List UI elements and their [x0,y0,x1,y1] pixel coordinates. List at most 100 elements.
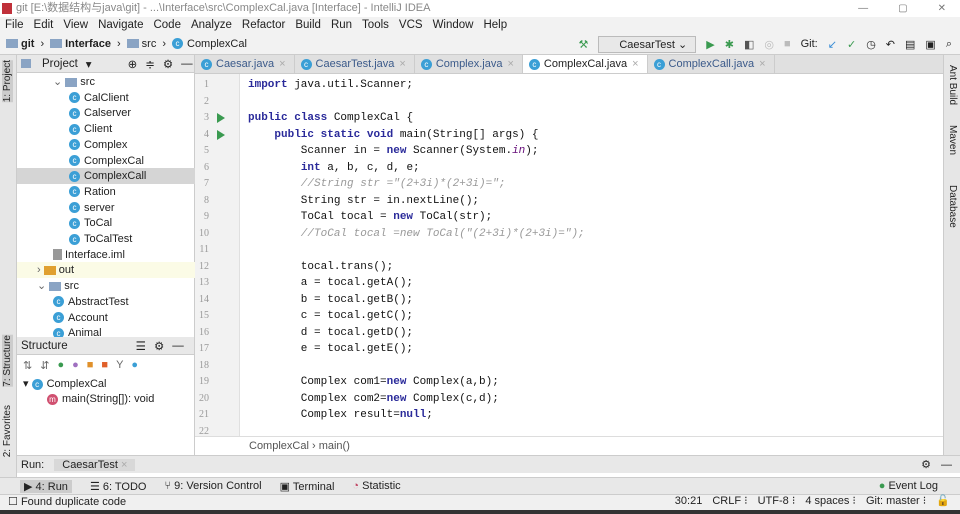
menu-window[interactable]: Window [428,17,479,33]
editor-tab[interactable]: c ComplexCal.java × [522,55,648,73]
git-revert-icon[interactable]: ↶ [886,38,895,51]
favorites-tool-button[interactable]: 2: Favorites [2,405,13,457]
profile-icon[interactable]: ◎ [764,38,774,51]
breadcrumb-class[interactable]: c ComplexCal [172,38,247,50]
menu-build[interactable]: Build [290,17,326,33]
menu-navigate[interactable]: Navigate [93,17,148,33]
run-gutter-icon[interactable] [217,129,225,140]
tree-item[interactable]: c ToCal [17,215,195,231]
debug-icon[interactable]: ✱ [725,38,734,51]
editor-tab[interactable]: c CaesarTest.java × [295,55,415,73]
database-tool-button[interactable]: Database [947,185,958,228]
menu-edit[interactable]: Edit [29,17,59,33]
maven-tool-button[interactable]: Maven [947,125,958,155]
run-config-select[interactable]: CaesarTest ⌄ [598,35,697,53]
tree-item[interactable]: ⌄ src [17,278,195,294]
breadcrumb-git[interactable]: git [6,38,34,50]
structure-item-method[interactable]: m main(String[]): void [47,393,154,405]
menu-file[interactable]: File [0,17,29,33]
crumb-method[interactable]: main() [319,440,350,452]
menu-vcs[interactable]: VCS [394,17,428,33]
tree-item[interactable]: c Account [17,310,195,326]
autoscroll-icon[interactable]: Y [116,359,123,371]
structure-item-class[interactable]: ▾ c ComplexCal [23,377,107,390]
breadcrumb-src[interactable]: src [126,38,156,50]
collapse-icon[interactable]: ≑ [145,57,155,71]
tree-item[interactable]: c CalClient [17,90,195,106]
tree-item[interactable]: c Calserver [17,105,195,121]
tree-item[interactable]: Interface.iml [17,247,195,263]
tree-item[interactable]: c AbstractTest [17,294,195,310]
git-update-icon[interactable]: ↙ [828,38,837,51]
close-tab-icon[interactable]: × [632,58,638,70]
close-tab-icon[interactable]: × [399,58,405,70]
status-icon[interactable]: ☐ [8,496,18,508]
hide-icon[interactable]: — [172,340,184,352]
editor-tab[interactable]: c Caesar.java × [195,55,295,73]
menu-tools[interactable]: Tools [357,17,394,33]
expand-icon[interactable]: ☰ [136,339,146,353]
git-commit-icon[interactable]: ✓ [847,38,856,51]
terminal-icon[interactable]: ▣ [925,38,935,51]
tree-item[interactable]: ⌄ src [17,74,195,90]
close-tab-icon[interactable]: × [279,58,285,70]
structure-tool-button[interactable]: 7: Structure [2,335,13,387]
maximize-button[interactable]: ▢ [898,0,907,17]
tree-item[interactable]: c ComplexCall [17,168,195,185]
tree-item[interactable]: c ComplexCal [17,153,195,169]
settings-icon[interactable]: ⚙ [154,339,164,353]
minimize-button[interactable]: — [858,0,868,17]
menu-refactor[interactable]: Refactor [237,17,290,33]
run-icon[interactable]: ▶ [706,38,714,51]
tool-statistic[interactable]: ◔ Statistic [352,480,400,492]
close-button[interactable]: ✕ [938,0,946,17]
editor-tab[interactable]: c Complex.java × [415,55,523,73]
git-history-icon[interactable]: ◷ [866,38,876,51]
tool-version-control[interactable]: ⑂ 9: Version Control [164,480,261,492]
sort-alpha-icon[interactable]: ⇅ [23,359,32,372]
git-branch[interactable]: Git: master ⁝ [866,494,926,510]
search-icon[interactable]: ⌕ [946,38,952,51]
crumb-class[interactable]: ComplexCal [249,440,309,452]
menu-view[interactable]: View [58,17,93,33]
tool-terminal[interactable]: ▣ Terminal [280,480,335,493]
show-anonymous-icon[interactable]: ● [131,359,138,371]
settings-icon[interactable]: ⚙ [921,458,931,471]
show-non-public-icon[interactable]: ■ [101,359,108,371]
encoding[interactable]: UTF-8 ⁝ [758,494,796,510]
line-separator[interactable]: CRLF ⁝ [712,494,747,510]
tree-item[interactable]: c ToCalTest [17,231,195,247]
lock-icon[interactable]: 🔓 [936,494,950,510]
run-gutter-icon[interactable] [217,113,225,123]
tool-event-log[interactable]: ● Event Log [879,480,960,492]
code-editor[interactable]: 1 2 3 4 5 6 7 8 9 10 11 12 13 14 15 16 17 18 19 20 21 22 impo… [195,74,943,437]
tree-item[interactable]: c Ration [17,184,195,200]
caret-position[interactable]: 30:21 [675,494,703,510]
close-tab-icon[interactable]: × [507,58,513,70]
editor-tab[interactable]: c ComplexCall.java × [648,55,775,73]
tree-item[interactable]: c Client [17,121,195,137]
show-inherited-icon[interactable]: ■ [87,359,94,371]
ant-build-tool-button[interactable]: Ant Build [947,65,958,105]
status-message[interactable]: Found duplicate code [21,496,126,508]
sort-visibility-icon[interactable]: ⇵ [40,359,49,372]
locate-icon[interactable]: ⊕ [128,57,138,71]
menu-code[interactable]: Code [148,17,186,33]
indent[interactable]: 4 spaces ⁝ [805,494,856,510]
build-hammer-icon[interactable]: ⚒ [578,38,588,51]
tool-run[interactable]: ▶ 4: Run [20,479,72,493]
close-tab-icon[interactable]: × [759,58,765,70]
menu-analyze[interactable]: Analyze [186,17,237,33]
breadcrumb-interface[interactable]: Interface [50,38,111,50]
tree-item[interactable]: › out [17,262,195,279]
show-properties-icon[interactable]: ● [57,359,64,371]
project-structure-icon[interactable]: ▤ [905,38,915,51]
menu-run[interactable]: Run [326,17,357,33]
hide-icon[interactable]: — [181,58,193,70]
show-fields-icon[interactable]: ● [72,359,79,371]
coverage-icon[interactable]: ◧ [744,38,754,51]
settings-icon[interactable]: ⚙ [163,57,173,71]
tree-item[interactable]: c server [17,200,195,216]
stop-icon[interactable]: ■ [784,38,791,50]
run-tab-caesartest[interactable]: CaesarTest × [54,458,136,471]
